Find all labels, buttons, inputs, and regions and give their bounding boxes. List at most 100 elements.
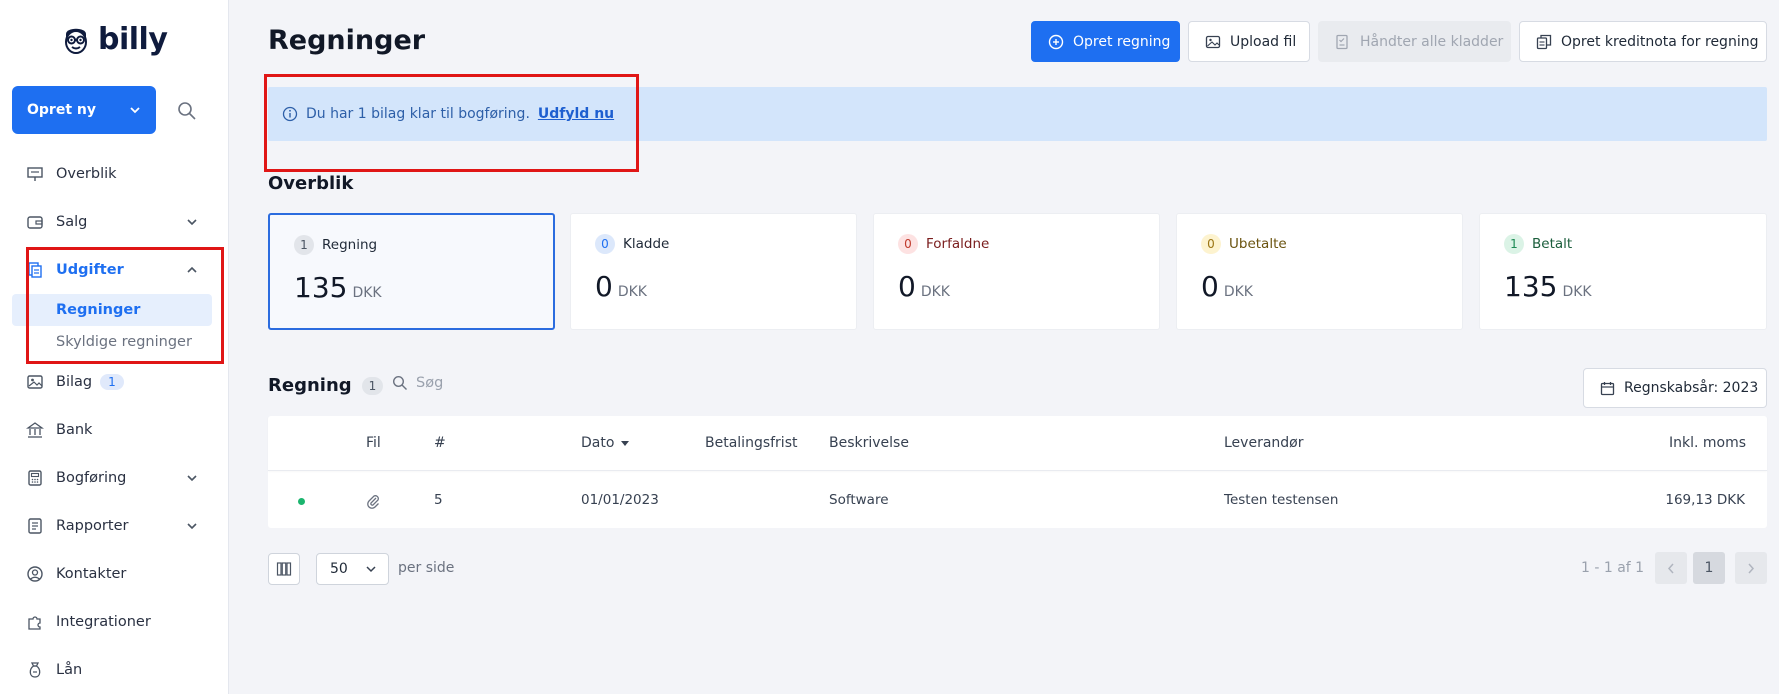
sidebar-item-bank[interactable]: Bank <box>12 406 212 454</box>
credit-note-button[interactable]: Opret kreditnota for regning <box>1519 21 1767 62</box>
overview-card-betalt[interactable]: 1 Betalt 135 DKK <box>1479 213 1767 330</box>
list-search[interactable]: Søg <box>392 375 443 391</box>
list-title-text: Regning <box>268 375 352 396</box>
wallet-icon <box>27 216 43 229</box>
card-label: Kladde <box>623 236 670 252</box>
billy-logo[interactable]: billy <box>60 22 168 57</box>
column-header-supplier[interactable]: Leverandør <box>1224 435 1303 451</box>
page-title: Regninger <box>268 25 426 56</box>
create-bill-label: Opret regning <box>1073 33 1171 50</box>
sidebar-item-label: Salg <box>56 214 88 230</box>
sidebar-item-lan[interactable]: Lån <box>12 646 212 694</box>
column-header-file[interactable]: Fil <box>366 435 381 451</box>
card-currency: DKK <box>920 284 950 300</box>
card-label: Betalt <box>1532 236 1573 252</box>
handle-drafts-label: Håndter alle kladder <box>1360 33 1504 50</box>
bills-table: Fil # Dato Betalingsfrist Beskrivelse Le… <box>268 416 1767 528</box>
per-page-value: 50 <box>330 561 348 577</box>
column-header-date[interactable]: Dato <box>581 435 630 451</box>
puzzle-icon <box>28 616 41 630</box>
card-count: 0 <box>1201 234 1221 254</box>
credit-note-label: Opret kreditnota for regning <box>1561 33 1759 50</box>
billy-face-icon <box>65 28 87 54</box>
sidebar-item-integrationer[interactable]: Integrationer <box>12 598 212 646</box>
overview-card-kladde[interactable]: 0 Kladde 0 DKK <box>570 213 857 330</box>
annotation-highlight-banner <box>264 74 639 172</box>
create-bill-button[interactable]: Opret regning <box>1031 21 1180 62</box>
card-currency: DKK <box>1562 284 1592 300</box>
sidebar-item-label: Overblik <box>56 166 117 182</box>
column-header-description[interactable]: Beskrivelse <box>829 435 909 451</box>
card-amount: 0 <box>1201 270 1219 303</box>
annotation-highlight-udgifter <box>26 247 224 364</box>
sidebar-item-bogforing[interactable]: Bogføring <box>12 454 212 502</box>
column-header-due-date[interactable]: Betalingsfrist <box>705 435 797 451</box>
chevron-down-icon <box>187 219 197 226</box>
card-amount: 0 <box>595 270 613 303</box>
prev-page-button[interactable] <box>1655 552 1687 584</box>
overview-card-regning[interactable]: 1 Regning 135 DKK <box>268 213 555 330</box>
create-new-button[interactable]: Opret ny <box>12 86 156 134</box>
sidebar-item-label: Lån <box>56 662 83 678</box>
overview-card-forfaldne[interactable]: 0 Forfaldne 0 DKK <box>873 213 1160 330</box>
paperclip-icon[interactable] <box>365 493 381 509</box>
calculator-icon <box>28 470 42 486</box>
card-currency: DKK <box>352 285 382 301</box>
sidebar-item-label: Integrationer <box>56 614 151 630</box>
brand-name: billy <box>98 22 168 57</box>
bilag-count-badge: 1 <box>100 374 124 390</box>
create-new-label: Opret ny <box>27 102 96 118</box>
chevron-down-icon <box>366 566 376 573</box>
user-circle-icon <box>27 566 43 582</box>
sort-desc-icon <box>621 440 630 446</box>
sidebar-nav: Overblik Salg Udgifter Regninger Skyldig… <box>12 150 212 694</box>
handle-drafts-button[interactable]: Håndter alle kladder <box>1318 21 1511 62</box>
calendar-icon <box>1600 381 1615 395</box>
upload-file-button[interactable]: Upload fil <box>1188 21 1310 62</box>
copy-document-icon <box>1536 34 1552 49</box>
sidebar-item-rapporter[interactable]: Rapporter <box>12 502 212 550</box>
sidebar-item-label: Kontakter <box>56 566 127 582</box>
card-label: Regning <box>322 237 378 253</box>
card-count: 1 <box>1504 234 1524 254</box>
per-page-select[interactable]: 50 <box>316 553 389 585</box>
overview-card-ubetalte[interactable]: 0 Ubetalte 0 DKK <box>1176 213 1463 330</box>
card-label: Ubetalte <box>1229 236 1287 252</box>
cell-date: 01/01/2023 <box>581 492 659 508</box>
report-icon <box>28 518 42 534</box>
cell-number: 5 <box>434 492 443 508</box>
sidebar-item-bilag[interactable]: Bilag 1 <box>12 358 212 406</box>
columns-icon <box>276 562 292 576</box>
checklist-icon <box>1336 34 1348 49</box>
sidebar-item-label: Bogføring <box>56 470 127 486</box>
money-bag-icon <box>29 662 41 678</box>
chevron-down-icon <box>187 475 197 482</box>
search-icon[interactable] <box>176 100 198 122</box>
sidebar-item-salg[interactable]: Salg <box>12 198 212 246</box>
sidebar-item-overblik[interactable]: Overblik <box>12 150 212 198</box>
cell-supplier: Testen testensen <box>1224 492 1339 508</box>
column-header-date-label: Dato <box>581 435 615 451</box>
columns-toggle-button[interactable] <box>268 553 300 585</box>
page-button-current[interactable]: 1 <box>1693 552 1725 584</box>
chevron-right-icon <box>1748 563 1755 573</box>
per-page-label: per side <box>398 560 455 576</box>
next-page-button[interactable] <box>1735 552 1767 584</box>
card-currency: DKK <box>1223 284 1253 300</box>
sidebar-item-label: Bank <box>56 422 93 438</box>
fiscal-year-label: Regnskabsår: 2023 <box>1624 380 1759 396</box>
card-count: 0 <box>595 234 615 254</box>
status-dot <box>298 498 305 505</box>
cell-description: Software <box>829 492 889 508</box>
fiscal-year-button[interactable]: Regnskabsår: 2023 <box>1583 368 1767 408</box>
chevron-down-icon <box>187 523 197 530</box>
chevron-left-icon <box>1667 563 1674 573</box>
card-currency: DKK <box>617 284 647 300</box>
upload-file-label: Upload fil <box>1230 33 1297 50</box>
column-header-total[interactable]: Inkl. moms <box>1669 435 1746 451</box>
cell-total: 169,13 DKK <box>1665 492 1745 508</box>
sidebar-item-kontakter[interactable]: Kontakter <box>12 550 212 598</box>
column-header-number[interactable]: # <box>434 435 446 451</box>
search-input[interactable]: Søg <box>416 375 443 391</box>
pagination-range: 1 - 1 af 1 <box>1581 560 1645 576</box>
